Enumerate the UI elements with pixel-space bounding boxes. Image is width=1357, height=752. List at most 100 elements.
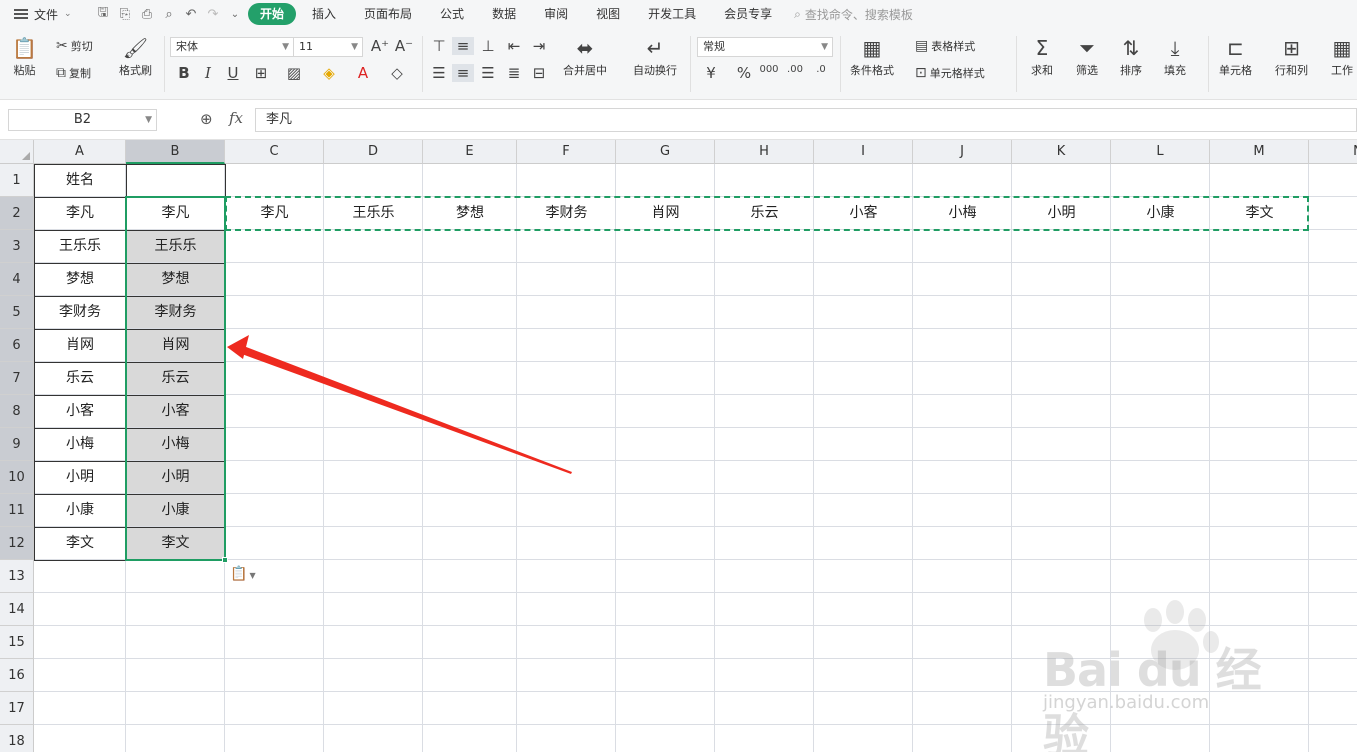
font-size-select[interactable]: 11 ▼ xyxy=(293,37,363,57)
cell-button[interactable]: ⊏ 单元格 xyxy=(1219,36,1252,78)
sort-button[interactable]: ⇅ 排序 xyxy=(1120,36,1142,78)
tab-developer[interactable]: 开发工具 xyxy=(636,3,708,25)
tab-review[interactable]: 审阅 xyxy=(532,3,580,25)
cell-style-button[interactable]: ⊡ 单元格样式 xyxy=(915,65,985,81)
filter-button[interactable]: ⏷ 筛选 xyxy=(1076,36,1098,78)
column-header-n[interactable]: N xyxy=(1309,140,1357,164)
fill-color-icon[interactable]: ◈ xyxy=(318,64,340,82)
command-search[interactable]: ⌕ 查找命令、搜索模板 xyxy=(794,6,913,23)
bold-icon[interactable]: B xyxy=(173,64,195,82)
cell-a5[interactable]: 李财务 xyxy=(34,296,126,329)
row-header-18[interactable]: 18 xyxy=(0,725,34,752)
cell-a12[interactable]: 李文 xyxy=(34,527,126,560)
row-header-1[interactable]: 1 xyxy=(0,164,34,197)
cell-a7[interactable]: 乐云 xyxy=(34,362,126,395)
undo-icon[interactable]: ↶ xyxy=(180,7,202,22)
row-header-10[interactable]: 10 xyxy=(0,461,34,494)
tab-page-layout[interactable]: 页面布局 xyxy=(352,3,424,25)
cell-a1[interactable]: 姓名 xyxy=(34,164,126,197)
italic-icon[interactable]: I xyxy=(197,64,219,82)
cell-a6[interactable]: 肖网 xyxy=(34,329,126,362)
name-box[interactable]: B2 ▼ xyxy=(8,109,157,131)
cell-a9[interactable]: 小梅 xyxy=(34,428,126,461)
thousands-icon[interactable]: 000 xyxy=(758,64,780,75)
font-color-icon[interactable]: A xyxy=(352,64,374,82)
fill-button[interactable]: ⤓ 填充 xyxy=(1164,36,1186,78)
align-bottom-icon[interactable]: ⊥ xyxy=(477,37,499,55)
column-header-a[interactable]: A xyxy=(34,140,126,164)
borders-icon[interactable]: ⊞ xyxy=(250,64,272,82)
distribute-icon[interactable]: ⊟ xyxy=(528,64,550,82)
column-header-g[interactable]: G xyxy=(616,140,715,164)
increase-font-icon[interactable]: A⁺ xyxy=(369,37,391,55)
cell-a2[interactable]: 李凡 xyxy=(34,197,126,230)
tab-formulas[interactable]: 公式 xyxy=(428,3,476,25)
copy-button[interactable]: ⧉ 复制 xyxy=(56,65,91,81)
file-menu[interactable]: 文件 ⌄ xyxy=(0,6,92,23)
row-header-8[interactable]: 8 xyxy=(0,395,34,428)
row-header-13[interactable]: 13 xyxy=(0,560,34,593)
zoom-icon[interactable]: ⊕ xyxy=(200,110,213,128)
select-all-corner[interactable] xyxy=(0,140,34,164)
row-column-button[interactable]: ⊞ 行和列 xyxy=(1275,36,1308,78)
tab-view[interactable]: 视图 xyxy=(584,3,632,25)
column-header-b[interactable]: B xyxy=(126,140,225,164)
cell-a11[interactable]: 小康 xyxy=(34,494,126,527)
percent-icon[interactable]: % xyxy=(733,64,755,82)
column-header-h[interactable]: H xyxy=(715,140,814,164)
print-icon[interactable]: ⎙ xyxy=(136,7,158,22)
row-header-14[interactable]: 14 xyxy=(0,593,34,626)
decrease-indent-icon[interactable]: ⇤ xyxy=(503,37,525,55)
paste-button[interactable]: 📋 粘贴 xyxy=(12,36,37,78)
decrease-decimal-icon[interactable]: .0 xyxy=(810,64,832,75)
paste-options-button[interactable]: 📋 ▼ xyxy=(230,566,256,582)
formula-input[interactable]: 李凡 xyxy=(255,108,1357,132)
fill-pattern-icon[interactable]: ▨ xyxy=(283,64,305,82)
tab-data[interactable]: 数据 xyxy=(480,3,528,25)
column-header-i[interactable]: I xyxy=(814,140,913,164)
row-header-3[interactable]: 3 xyxy=(0,230,34,263)
row-header-7[interactable]: 7 xyxy=(0,362,34,395)
column-header-d[interactable]: D xyxy=(324,140,423,164)
underline-icon[interactable]: U xyxy=(222,64,244,82)
row-header-15[interactable]: 15 xyxy=(0,626,34,659)
row-header-17[interactable]: 17 xyxy=(0,692,34,725)
column-header-l[interactable]: L xyxy=(1111,140,1210,164)
format-painter-button[interactable]: 🖌 格式刷 xyxy=(119,36,152,78)
number-format-select[interactable]: 常规 ▼ xyxy=(697,37,833,57)
table-style-button[interactable]: ▤ 表格样式 xyxy=(915,38,975,54)
column-header-m[interactable]: M xyxy=(1210,140,1309,164)
currency-icon[interactable]: ¥ xyxy=(700,64,722,82)
row-header-12[interactable]: 12 xyxy=(0,527,34,560)
row-header-5[interactable]: 5 xyxy=(0,296,34,329)
justify-icon[interactable]: ≣ xyxy=(503,64,525,82)
align-right-icon[interactable]: ☰ xyxy=(477,64,499,82)
row-header-6[interactable]: 6 xyxy=(0,329,34,362)
tab-member[interactable]: 会员专享 xyxy=(712,3,784,25)
cut-button[interactable]: ✂ 剪切 xyxy=(56,38,93,54)
column-header-j[interactable]: J xyxy=(913,140,1012,164)
row-header-2[interactable]: 2 xyxy=(0,197,34,230)
tab-home[interactable]: 开始 xyxy=(248,3,297,25)
customize-chevron-icon[interactable]: ⌄ xyxy=(224,9,246,20)
cell-a10[interactable]: 小明 xyxy=(34,461,126,494)
cell-a3[interactable]: 王乐乐 xyxy=(34,230,126,263)
increase-indent-icon[interactable]: ⇥ xyxy=(528,37,550,55)
cell-a8[interactable]: 小客 xyxy=(34,395,126,428)
row-header-9[interactable]: 9 xyxy=(0,428,34,461)
redo-icon[interactable]: ↷ xyxy=(202,7,224,22)
cell-a4[interactable]: 梦想 xyxy=(34,263,126,296)
column-header-f[interactable]: F xyxy=(517,140,616,164)
align-top-icon[interactable]: ⊤ xyxy=(428,37,450,55)
merge-center-button[interactable]: ⬌ 合并居中 xyxy=(563,36,607,78)
tab-insert[interactable]: 插入 xyxy=(300,3,348,25)
align-middle-icon[interactable]: ≡ xyxy=(452,37,474,55)
conditional-format-button[interactable]: ▦ 条件格式 xyxy=(850,36,894,78)
row-header-11[interactable]: 11 xyxy=(0,494,34,527)
save-icon[interactable]: 🖫 xyxy=(92,3,114,25)
column-header-k[interactable]: K xyxy=(1012,140,1111,164)
wrap-text-button[interactable]: ↵ 自动换行 xyxy=(633,36,677,78)
decrease-font-icon[interactable]: A⁻ xyxy=(393,37,415,55)
font-name-select[interactable]: 宋体 ▼ xyxy=(170,37,294,57)
align-left-icon[interactable]: ☰ xyxy=(428,64,450,82)
